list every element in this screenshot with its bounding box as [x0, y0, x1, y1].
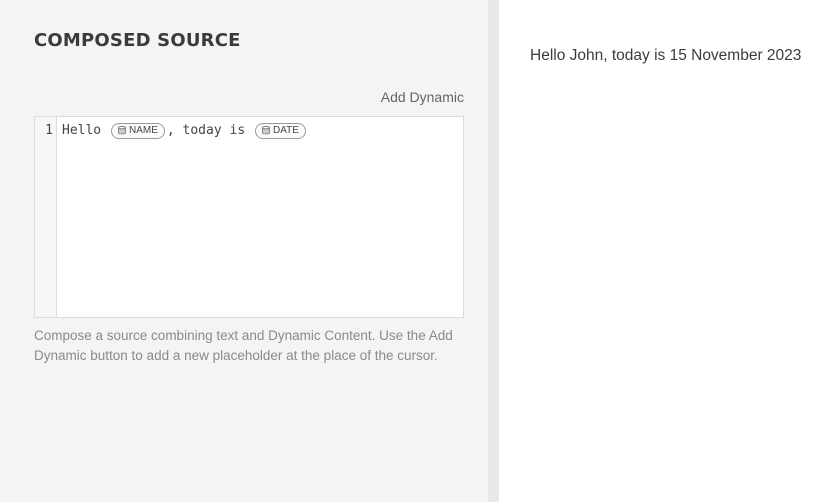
editor-line[interactable]: Hello NAME , today is DATE [62, 122, 308, 139]
line-number: 1 [45, 123, 53, 138]
chip-label: NAME [128, 125, 158, 136]
database-icon [262, 126, 270, 135]
add-dynamic-button[interactable]: Add Dynamic [381, 89, 464, 105]
composer-panel: COMPOSED SOURCE Add Dynamic 1 Hello NAME… [0, 0, 488, 502]
chip-label: DATE [272, 125, 299, 136]
panel-divider[interactable] [488, 0, 499, 502]
app-window: COMPOSED SOURCE Add Dynamic 1 Hello NAME… [0, 0, 836, 502]
database-icon [118, 126, 126, 135]
source-editor[interactable]: 1 Hello NAME , today is DATE [34, 116, 464, 318]
preview-panel: Hello John, today is 15 November 2023 [499, 0, 836, 502]
help-text: Compose a source combining text and Dyna… [34, 328, 453, 363]
panel-title: COMPOSED SOURCE [34, 30, 241, 51]
line-number-gutter: 1 [35, 117, 57, 317]
preview-text: Hello John, today is 15 November 2023 [530, 47, 802, 64]
dynamic-chip-name[interactable]: NAME [110, 122, 165, 139]
dynamic-chip-date[interactable]: DATE [254, 122, 306, 139]
text-segment: , today is [166, 123, 253, 138]
text-segment: Hello [62, 123, 109, 138]
